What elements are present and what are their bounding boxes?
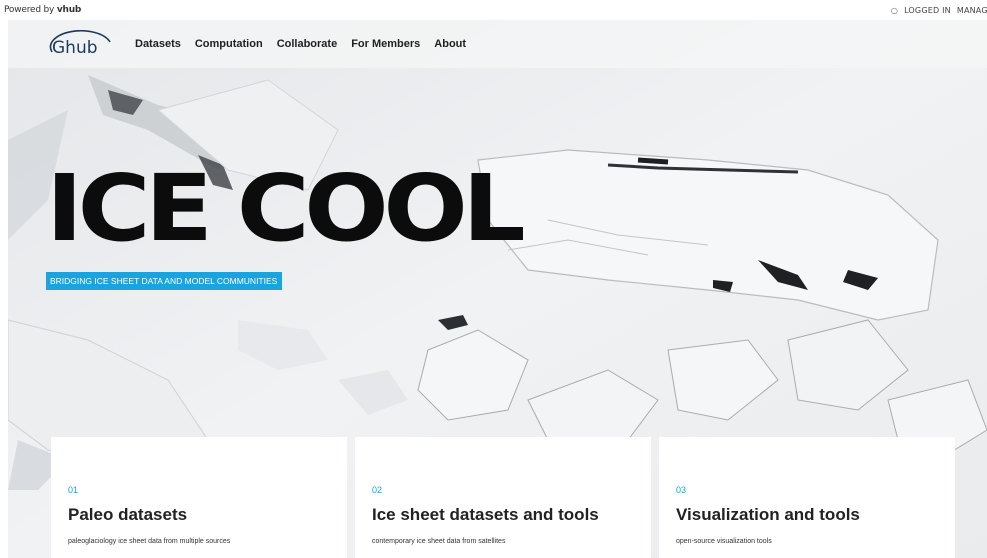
card-paleo-datasets[interactable]: 01 Paleo datasets paleoglaciology ice sh… [51,437,347,558]
utility-bar: Powered by vhub ○ LOGGED IN MANAGE [0,0,987,20]
card-title: Paleo datasets [68,505,188,524]
hero-tagline: BRIDGING ICE SHEET DATA AND MODEL COMMUN… [46,272,283,290]
card-number: 03 [676,485,687,495]
powered-by[interactable]: Powered by vhub [4,5,81,15]
ghub-logo[interactable]: Ghub [48,30,114,58]
main-navigation: Ghub Datasets Computation Collaborate Fo… [8,20,987,68]
card-number: 02 [372,485,383,495]
card-number: 01 [68,485,79,495]
nav-item-for-members[interactable]: For Members [351,38,420,50]
logged-in-link[interactable]: LOGGED IN [904,6,951,15]
card-title: Visualization and tools [676,505,860,524]
card-visualization-tools[interactable]: 03 Visualization and tools open-source v… [659,437,955,558]
nav-item-computation[interactable]: Computation [195,38,263,50]
nav-item-datasets[interactable]: Datasets [135,38,181,50]
card-description: open-source visualization tools [676,538,772,545]
nav-menu: Datasets Computation Collaborate For Mem… [135,38,466,50]
card-description: paleoglaciology ice sheet data from mult… [68,538,231,545]
nav-item-about[interactable]: About [434,38,466,50]
card-ice-sheet-datasets[interactable]: 02 Ice sheet datasets and tools contempo… [355,437,651,558]
account-links: ○ LOGGED IN MANAGE [891,6,987,15]
card-description: contemporary ice sheet data from satelli… [372,538,506,545]
powered-by-brand: vhub [56,5,82,15]
logo-text: Ghub [52,38,98,58]
card-title: Ice sheet datasets and tools [372,505,599,524]
manage-link[interactable]: MANAGE [957,6,987,15]
hero-title: ICE COOL [46,155,526,262]
nav-item-collaborate[interactable]: Collaborate [277,38,338,50]
powered-by-prefix: Powered by [4,5,55,15]
lock-icon: ○ [890,6,899,15]
